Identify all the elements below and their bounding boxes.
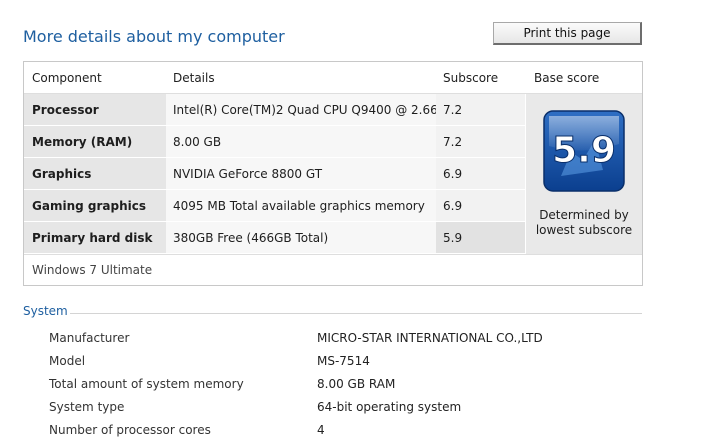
table-header: Component Details Subscore Base score [24, 62, 642, 94]
column-header-component: Component [32, 70, 102, 85]
system-label: Model [49, 354, 86, 368]
component-subscore: 6.9 [436, 158, 525, 189]
table-row: Gaming graphics 4095 MB Total available … [24, 190, 525, 222]
system-value: 4 [317, 423, 325, 437]
column-header-subscore: Subscore [443, 70, 499, 85]
system-value: 64-bit operating system [317, 400, 462, 414]
component-details: 8.00 GB [166, 126, 436, 157]
system-section-title: System [23, 304, 68, 318]
component-subscore: 7.2 [436, 126, 525, 157]
table-row: Primary hard disk 380GB Free (466GB Tota… [24, 222, 525, 254]
component-details: 380GB Free (466GB Total) [166, 222, 436, 253]
component-subscore: 7.2 [436, 94, 525, 125]
section-divider [70, 313, 642, 314]
table-row: Processor Intel(R) Core(TM)2 Quad CPU Q9… [24, 94, 525, 126]
system-row: Number of processor cores 4 [0, 423, 712, 446]
system-label: System type [49, 400, 125, 414]
system-value: MS-7514 [317, 354, 370, 368]
table-row: Graphics NVIDIA GeForce 8800 GT 6.9 [24, 158, 525, 190]
component-details: Intel(R) Core(TM)2 Quad CPU Q9400 @ 2.66… [166, 94, 462, 125]
page-title: More details about my computer [23, 27, 285, 46]
column-header-base-score: Base score [534, 70, 600, 85]
column-header-details: Details [173, 70, 215, 85]
system-value: MICRO-STAR INTERNATIONAL CO.,LTD [317, 331, 543, 345]
component-subscore-lowest: 5.9 [436, 222, 525, 253]
component-name: Graphics [24, 158, 166, 189]
system-row: Model MS-7514 [0, 354, 712, 377]
component-name: Primary hard disk [24, 222, 166, 253]
component-name: Gaming graphics [24, 190, 166, 221]
system-label: Number of processor cores [49, 423, 211, 437]
system-row: System type 64-bit operating system [0, 400, 712, 423]
system-row: Total amount of system memory 8.00 GB RA… [0, 377, 712, 400]
base-score-panel: 5.9 Determined by lowest subscore [526, 94, 642, 254]
system-label: Total amount of system memory [49, 377, 244, 391]
wei-score-table: Component Details Subscore Base score Pr… [23, 61, 643, 286]
system-row: Manufacturer MICRO-STAR INTERNATIONAL CO… [0, 331, 712, 354]
system-value: 8.00 GB RAM [317, 377, 396, 391]
component-name: Memory (RAM) [24, 126, 166, 157]
system-label: Manufacturer [49, 331, 130, 345]
table-row: Memory (RAM) 8.00 GB 7.2 [24, 126, 525, 158]
component-details: NVIDIA GeForce 8800 GT [166, 158, 436, 189]
component-details: 4095 MB Total available graphics memory [166, 190, 436, 221]
component-subscore: 6.9 [436, 190, 525, 221]
base-score-value: 5.9 [552, 130, 616, 171]
os-edition: Windows 7 Ultimate [24, 254, 642, 285]
base-score-note: Determined by lowest subscore [535, 208, 633, 237]
base-score-badge-icon: 5.9 [543, 110, 625, 192]
component-name: Processor [24, 94, 166, 125]
print-page-button[interactable]: Print this page [493, 22, 642, 45]
